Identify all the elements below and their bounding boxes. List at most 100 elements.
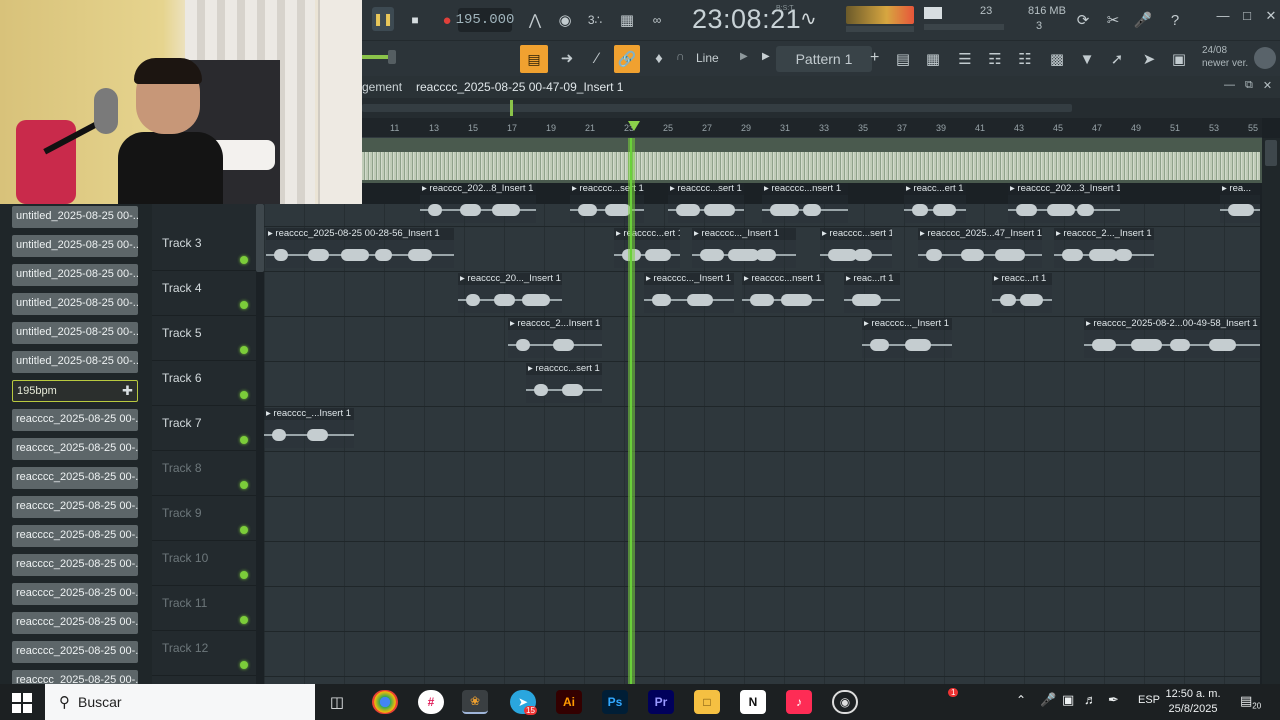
help-icon[interactable]: ? — [1162, 7, 1188, 33]
pattern-song-toggle-button[interactable]: ▤ — [520, 45, 548, 73]
brush-icon[interactable]: ∕ — [584, 45, 610, 71]
track-header-scrollbar[interactable] — [256, 204, 264, 272]
news-panel[interactable]: 24/08 newer ver. — [1202, 44, 1248, 70]
tempo-tap-icon[interactable]: ➚ — [1106, 48, 1128, 70]
browser-item[interactable]: reacccc_2025-08-25 00-... — [12, 525, 138, 547]
taskbar-search-box[interactable]: ⚲ Buscar — [45, 684, 315, 720]
audio-clip[interactable]: ▸ reacccc...nsert 1 — [762, 183, 848, 223]
windows-start-icon[interactable] — [12, 693, 32, 713]
chrome-icon[interactable] — [372, 690, 398, 714]
tray-clock[interactable]: 12:50 a. m. 25/8/2025 — [1158, 687, 1228, 717]
track-header[interactable]: Track 3 — [152, 226, 256, 271]
maximize-icon[interactable]: □ — [1238, 8, 1256, 32]
audio-clip[interactable]: ▸ reacccc_2..._Insert 1 — [1054, 228, 1154, 268]
browser-item[interactable]: untitled_2025-08-25 00-... — [12, 322, 138, 344]
photoshop-icon[interactable]: Ps — [602, 690, 628, 714]
project-icon[interactable]: ➤ — [1138, 48, 1160, 70]
piano-roll-icon[interactable]: ▦ — [922, 48, 944, 70]
audio-clip[interactable]: ▸ reacccc...sert 1 — [820, 228, 892, 268]
notion-icon[interactable]: N — [740, 690, 766, 714]
add-pattern-icon[interactable]: + — [870, 49, 879, 67]
audio-clip[interactable]: ▸ reacccc..._Insert 1 — [692, 228, 796, 268]
clipboard-icon[interactable]: ▩ — [1046, 48, 1068, 70]
pitch-slider-handle[interactable] — [388, 50, 396, 64]
vertical-scroll-thumb[interactable] — [1265, 140, 1277, 166]
track-mute-led[interactable] — [240, 526, 248, 534]
tray-chevron-icon[interactable]: ⌃ — [1016, 693, 1026, 707]
overview-scroll-thumb[interactable] — [362, 104, 1072, 112]
browser-item[interactable]: reacccc_2025-08-25 00-... — [12, 467, 138, 489]
language-indicator[interactable]: ESP — [1138, 694, 1160, 706]
browser-item[interactable]: untitled_2025-08-25 00-... — [12, 264, 138, 286]
stop-button[interactable]: ■ — [402, 7, 428, 33]
browser-item[interactable]: untitled_2025-08-25 00-... — [12, 206, 138, 228]
browser-item[interactable]: reacccc_2025-08-25 00-... — [12, 612, 138, 634]
tempo-display[interactable]: 195.000 — [456, 8, 514, 32]
playlist-restore-icon[interactable]: ⧉ — [1245, 79, 1253, 92]
audio-clip[interactable]: ▸ reacccc_2...Insert 1 — [508, 318, 602, 358]
playlist-close-icon[interactable]: ✕ — [1263, 79, 1272, 92]
loop-record-icon[interactable]: ∞ — [644, 7, 670, 33]
audio-clip[interactable]: ▸ reacccc...sert 1 — [526, 363, 602, 403]
playlist-vertical-scrollbar[interactable] — [1262, 138, 1280, 684]
audio-clip[interactable]: ▸ reacccc_2025...47_Insert 1 — [918, 228, 1042, 268]
audio-clip[interactable]: ▸ rea... — [1220, 183, 1260, 223]
browser-item[interactable]: reacccc_2025-08-25 00-... — [12, 496, 138, 518]
browser-tree-icon[interactable]: ☷ — [1014, 48, 1036, 70]
master-volume-bar[interactable] — [846, 26, 914, 32]
browser-item[interactable]: reacccc_2025-08-25 00-... — [12, 641, 138, 663]
pattern-selector[interactable]: Pattern 1 — [776, 46, 872, 72]
plugin-icon[interactable]: ▼ — [1076, 48, 1098, 70]
arrow-right-icon[interactable]: ➜ — [554, 45, 580, 71]
audio-clip[interactable]: ▸ reacccc...ert 1 — [614, 228, 680, 268]
track-header[interactable]: Track 11 — [152, 586, 256, 631]
track-mute-led[interactable] — [240, 256, 248, 264]
microphone-icon[interactable]: 🎤 — [1130, 7, 1156, 33]
task-view-icon[interactable]: ◫ — [324, 690, 350, 714]
mixer-icon[interactable]: ☶ — [984, 48, 1006, 70]
track-mute-led[interactable] — [240, 436, 248, 444]
timeline-ruler[interactable]: 11 13 15 17 19 21 23 25 27 29 31 33 35 37 39 41 43 45 47 49… — [362, 118, 1262, 138]
audio-clip[interactable]: ▸ reacccc_2025-08-2...00-49-58_Insert 1 — [1084, 318, 1260, 358]
track-header[interactable]: Track 7 — [152, 406, 256, 451]
obs-icon[interactable]: ◉ — [832, 690, 858, 714]
browser-item[interactable]: untitled_2025-08-25 00-... — [12, 351, 138, 373]
illustrator-icon[interactable]: Ai — [556, 690, 582, 714]
playlist-minimize-icon[interactable]: — — [1224, 79, 1235, 92]
file-explorer-icon[interactable]: □ — [694, 690, 720, 714]
audio-clip[interactable]: ▸ reacccc_2025-08-25 00-28-56_Insert 1 — [266, 228, 454, 268]
track-header[interactable]: Track 8 — [152, 451, 256, 496]
blend-notes-icon[interactable]: ▦ — [614, 7, 640, 33]
track-header[interactable]: Track 9 — [152, 496, 256, 541]
fl-logo-icon[interactable] — [1254, 47, 1276, 69]
stamp-icon[interactable]: ♦ — [646, 45, 672, 71]
countdown-icon[interactable]: 3∴ — [582, 7, 608, 33]
snap-mode-select[interactable]: Line — [696, 51, 719, 65]
top-audio-waveform[interactable] — [362, 152, 1260, 180]
network-icon[interactable]: ▣ — [1062, 692, 1074, 708]
track-mute-led[interactable] — [240, 571, 248, 579]
undo-icon[interactable]: ⟳ — [1070, 7, 1096, 33]
track-mute-led[interactable] — [240, 481, 248, 489]
browser-item[interactable]: untitled_2025-08-25 00-... — [12, 293, 138, 315]
audio-clip[interactable]: ▸ reacccc_...Insert 1 — [264, 408, 354, 448]
notification-center-icon[interactable]: ▤20 — [1240, 693, 1261, 711]
track-mute-led[interactable] — [240, 616, 248, 624]
audio-clip[interactable]: ▸ reacccc...sert 1 — [668, 183, 744, 223]
minimize-icon[interactable]: — — [1214, 8, 1232, 32]
playlist-icon[interactable]: ▤ — [892, 48, 914, 70]
browser-item[interactable]: reacccc_2025-08-25 00-... — [12, 583, 138, 605]
browser-item[interactable]: reacccc_2025-08-25 00-... — [12, 438, 138, 460]
audio-clip[interactable]: ▸ reac...rt 1 — [844, 273, 900, 313]
premiere-icon[interactable]: Pr — [648, 690, 674, 714]
browser-item[interactable]: untitled_2025-08-25 00-... — [12, 235, 138, 257]
audio-clip[interactable]: ▸ reacc...rt 1 — [992, 273, 1052, 313]
link-icon[interactable]: 🔗 — [614, 45, 640, 73]
audio-clip[interactable]: ▸ reacccc...nsert 1 — [742, 273, 824, 313]
audio-clip[interactable]: ▸ reacccc_20..._Insert 1 — [458, 273, 562, 313]
track-header[interactable]: Track 12 — [152, 631, 256, 676]
tray-microphone-icon[interactable]: 🎤 — [1040, 692, 1056, 708]
audio-clip[interactable]: ▸ reacccc..._Insert 1 — [862, 318, 952, 358]
play-pause-button[interactable]: ❚❚ — [372, 7, 394, 31]
audio-clip[interactable]: ▸ reacc...ert 1 — [904, 183, 966, 223]
